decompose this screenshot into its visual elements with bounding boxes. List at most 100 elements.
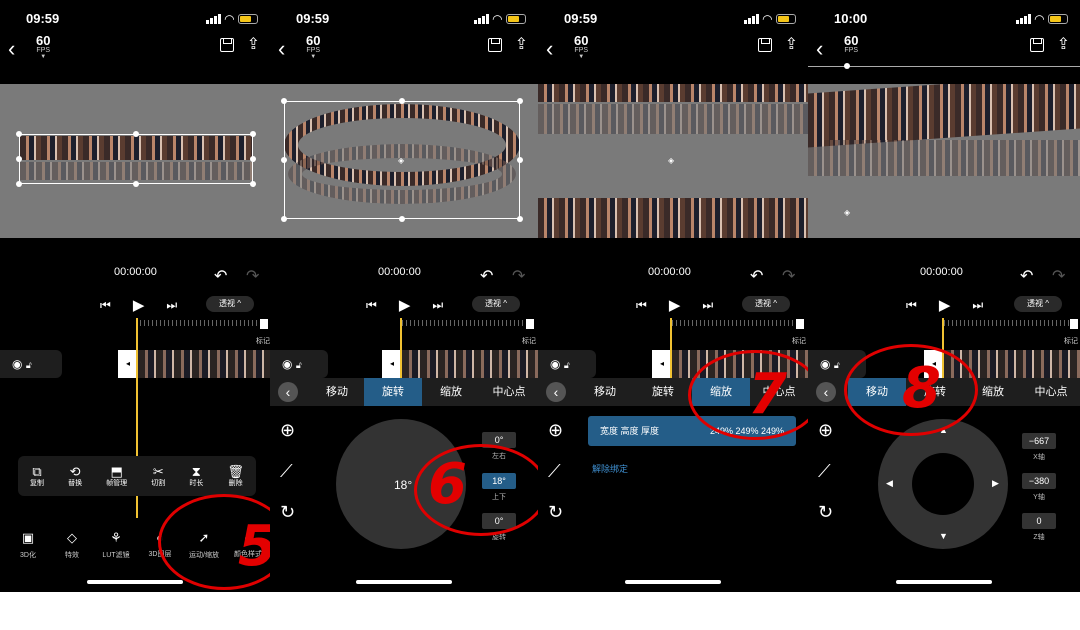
share-icon[interactable]: ⇪ [1057,34,1070,54]
playhead[interactable] [400,318,402,380]
undo-icon[interactable]: ↶ [480,266,493,286]
arrow-down-icon[interactable]: ▼ [939,531,948,541]
arrow-right-icon[interactable]: ▶ [992,478,999,489]
undo-icon[interactable]: ↶ [214,266,227,286]
skip-back-icon[interactable]: ⏮ [366,298,377,313]
skip-forward-icon[interactable]: ⏭ [702,298,713,313]
chevron-left-icon[interactable]: ‹ [278,382,298,402]
keyframe-add-icon[interactable]: ⊕ [280,420,295,441]
skip-forward-icon[interactable]: ⏭ [972,298,983,313]
track-visibility[interactable]: ◉ 🔓︎ [538,350,596,378]
tab-rotate[interactable]: 旋转 [364,378,422,406]
progress-knob[interactable] [844,63,850,69]
curve-icon[interactable]: ⟋ [818,461,833,482]
resize-handle[interactable] [16,131,22,137]
bookmark-icon[interactable] [526,319,534,329]
unlock-icon[interactable]: 🔓︎ [26,360,32,370]
tool-lut[interactable]: ⚘ LUT滤镜 [94,530,138,560]
resize-handle[interactable] [517,157,523,163]
action-replace[interactable]: ⟲ 替换 [68,464,82,488]
share-icon[interactable]: ⇪ [785,34,798,54]
resize-handle[interactable] [517,98,523,104]
save-icon[interactable] [220,38,234,52]
eye-icon[interactable]: ◉ [550,357,560,371]
track-trim-handle[interactable]: ◂ [382,350,402,378]
perspective-button[interactable]: 透视 ^ [206,296,254,312]
track-visibility[interactable]: ◉ 🔓︎ [270,350,328,378]
reset-icon[interactable]: ↻ [280,502,295,523]
save-icon[interactable] [1030,38,1044,52]
resize-handle[interactable] [250,131,256,137]
selection-box[interactable] [19,134,253,184]
action-duration[interactable]: ⧗ 时长 [189,464,203,488]
tool-diamond[interactable]: ◇ 特效 [50,530,94,560]
play-icon[interactable]: ▶ [133,296,145,314]
resize-handle[interactable] [281,157,287,163]
preview-canvas[interactable]: ◈ [270,84,538,238]
move-z-value[interactable]: 0 [1022,513,1056,529]
move-y-value[interactable]: −380 [1022,473,1056,489]
back-icon[interactable]: ‹ [278,36,285,62]
tab-move[interactable]: 移动 [576,378,634,406]
skip-back-icon[interactable]: ⏮ [100,298,111,313]
unlock-icon[interactable]: 🔓︎ [564,360,570,370]
keyframe-add-icon[interactable]: ⊕ [818,420,833,441]
resize-handle[interactable] [250,181,256,187]
resize-handle[interactable] [16,156,22,162]
undo-icon[interactable]: ↶ [750,266,763,286]
bookmark-icon[interactable] [796,319,804,329]
chevron-left-icon[interactable]: ‹ [816,382,836,402]
curve-icon[interactable]: ⟋ [548,461,563,482]
anchor-point-icon[interactable]: ◈ [844,208,850,217]
back-icon[interactable]: ‹ [816,36,823,62]
anchor-point-icon[interactable]: ◈ [668,156,674,165]
track-trim-handle[interactable]: ◂ [118,350,138,378]
resize-handle[interactable] [399,98,405,104]
unlock-icon[interactable]: 🔓︎ [834,360,840,370]
play-icon[interactable]: ▶ [399,296,411,314]
keyframe-add-icon[interactable]: ⊕ [548,420,563,441]
skip-back-icon[interactable]: ⏮ [906,298,917,313]
bookmark-icon[interactable] [1070,319,1078,329]
preview-canvas[interactable] [0,84,270,238]
tab-rotate[interactable]: 旋转 [634,378,692,406]
unbind-link[interactable]: 解除绑定 [592,462,628,475]
save-icon[interactable] [758,38,772,52]
fps-selector[interactable]: 60 FPS [844,34,858,54]
preview-canvas[interactable]: ◈ [538,84,808,238]
unlock-icon[interactable]: 🔓︎ [296,360,302,370]
share-icon[interactable]: ⇪ [515,34,528,54]
perspective-button[interactable]: 透视 ^ [1014,296,1062,312]
back-icon[interactable]: ‹ [546,36,553,62]
reset-icon[interactable]: ↻ [818,502,833,523]
resize-handle[interactable] [281,216,287,222]
resize-handle[interactable] [133,131,139,137]
resize-handle[interactable] [133,181,139,187]
eye-icon[interactable]: ◉ [282,357,292,371]
video-track[interactable] [138,350,270,378]
resize-handle[interactable] [16,181,22,187]
play-icon[interactable]: ▶ [939,296,951,314]
back-icon[interactable]: ‹ [8,36,15,62]
resize-handle[interactable] [250,156,256,162]
action-trash[interactable]: 🗑︎ 删除 [227,464,244,488]
redo-icon[interactable]: ↷ [512,266,525,286]
fps-selector[interactable]: 60 FPS ▼ [574,34,588,60]
anchor-point-icon[interactable]: ◈ [398,156,404,165]
resize-handle[interactable] [517,216,523,222]
video-track[interactable] [402,350,538,378]
perspective-button[interactable]: 透视 ^ [472,296,520,312]
resize-handle[interactable] [399,216,405,222]
track-trim-handle[interactable]: ◂ [652,350,672,378]
bookmark-icon[interactable] [260,319,268,329]
share-icon[interactable]: ⇪ [247,34,260,54]
playhead[interactable] [670,318,672,380]
fps-selector[interactable]: 60 FPS ▼ [306,34,320,60]
chevron-left-icon[interactable]: ‹ [546,382,566,402]
tab-move[interactable]: 移动 [308,378,366,406]
tab-anchor[interactable]: 中心点 [1022,378,1080,406]
redo-icon[interactable]: ↷ [246,266,259,286]
move-x-value[interactable]: −667 [1022,433,1056,449]
action-copy[interactable]: ⧉ 复制 [30,464,44,488]
resize-handle[interactable] [281,98,287,104]
